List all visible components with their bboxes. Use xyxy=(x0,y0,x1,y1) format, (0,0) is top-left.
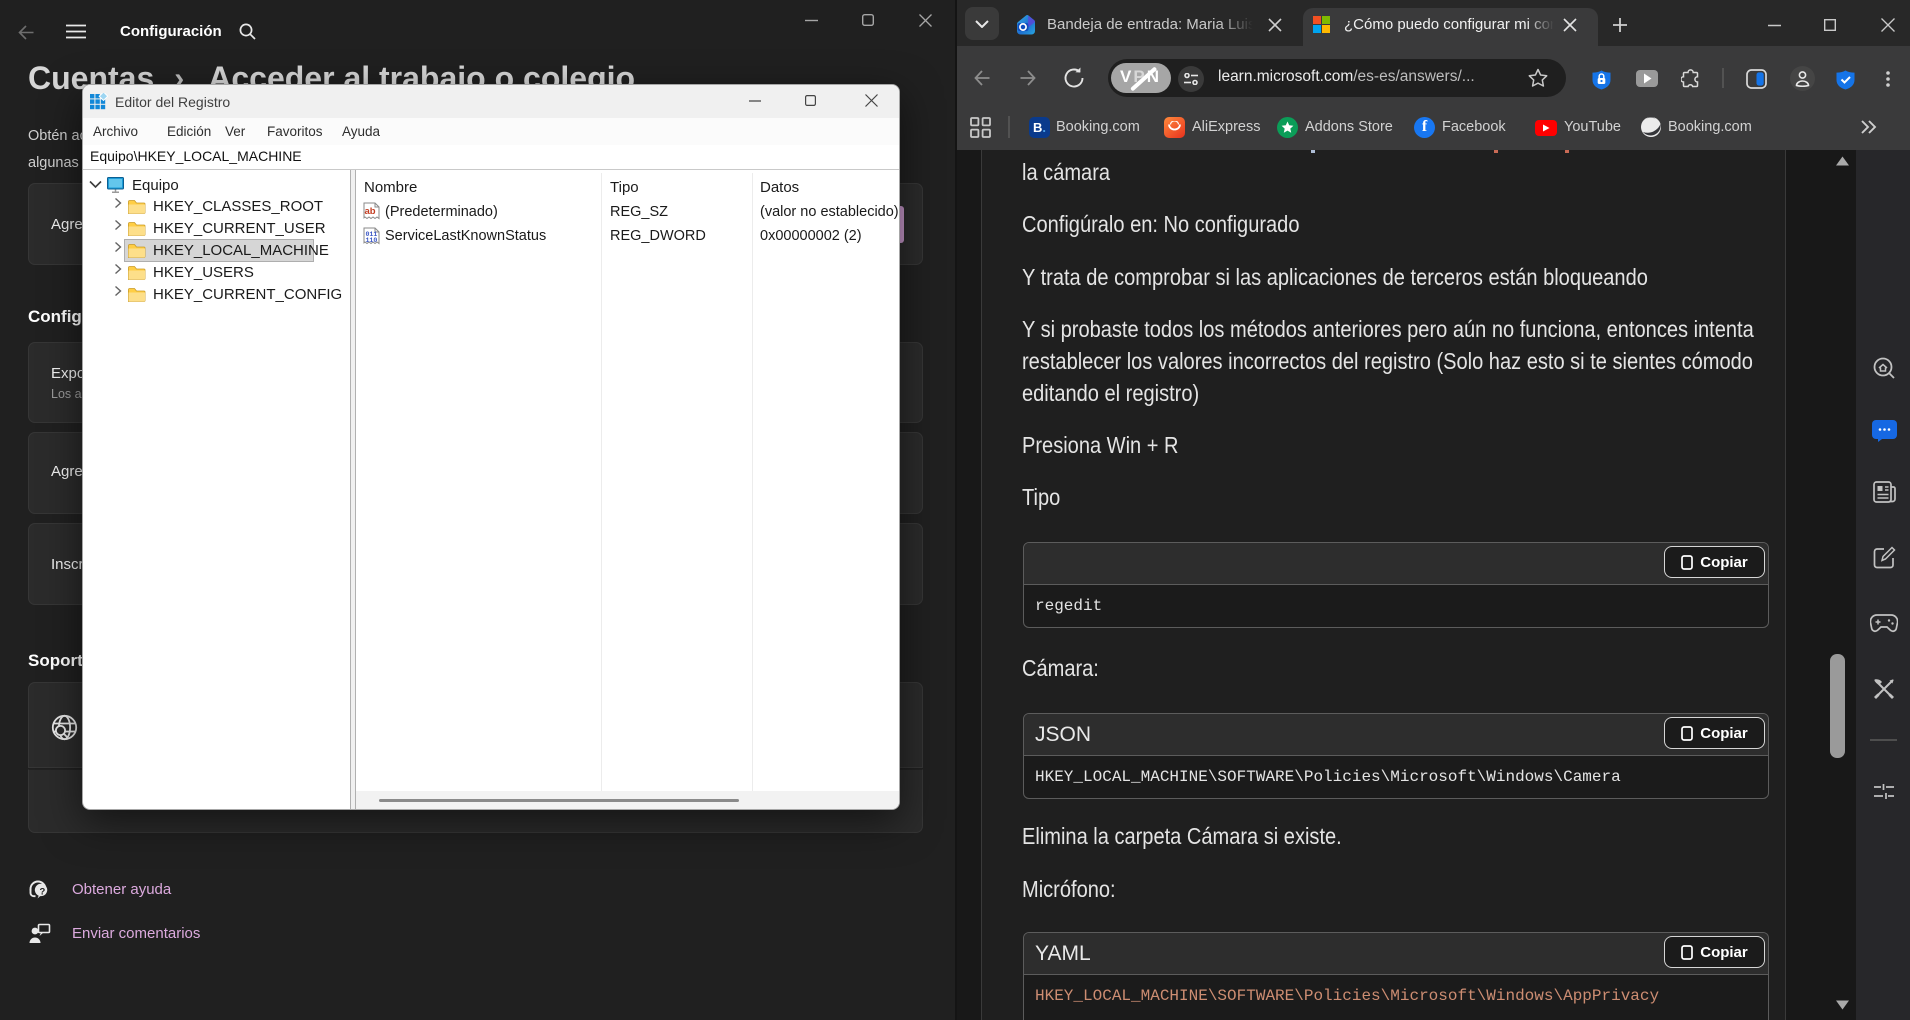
svg-text:ab: ab xyxy=(364,206,375,217)
svg-text:?: ? xyxy=(39,886,45,897)
svg-text:110: 110 xyxy=(365,237,377,244)
